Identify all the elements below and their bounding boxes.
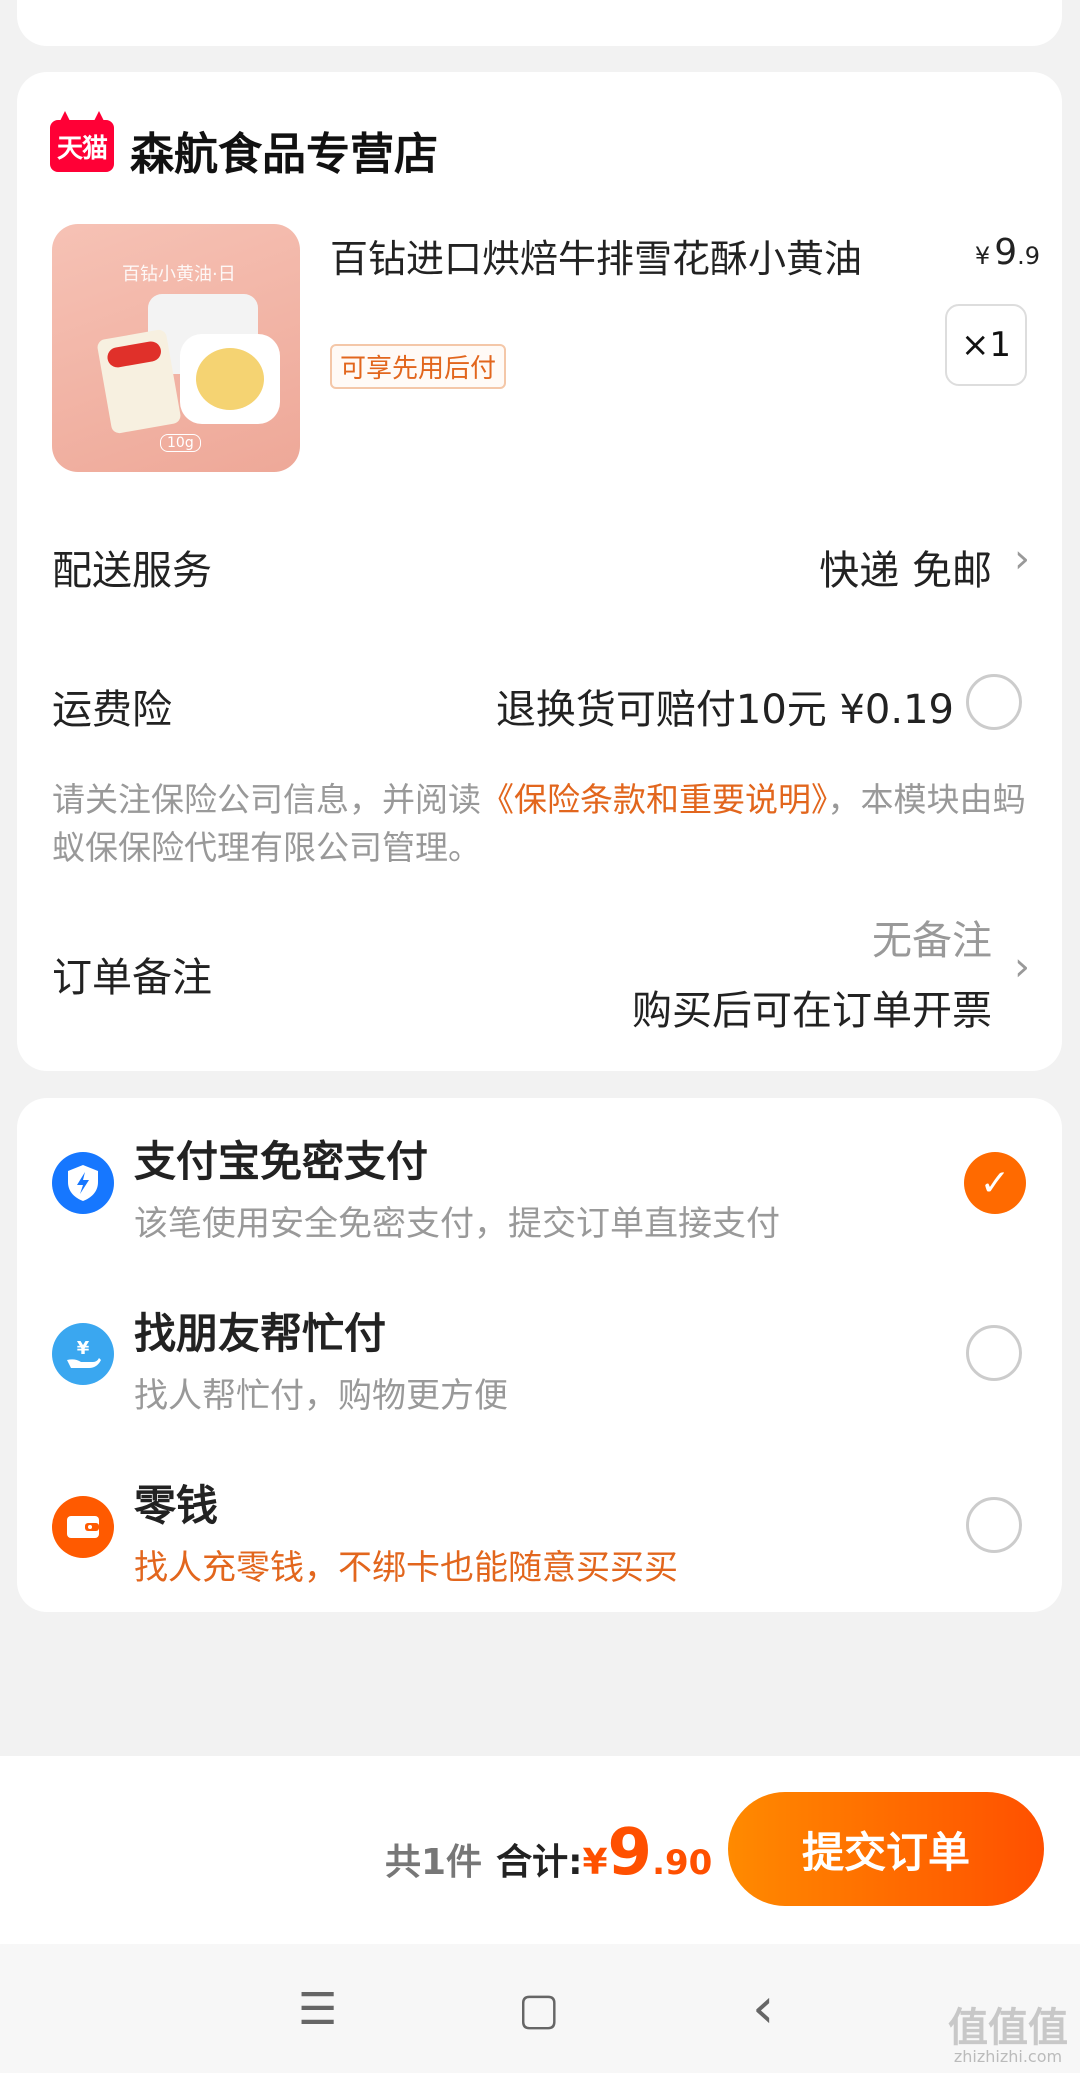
invoice-hint[interactable]: 购买后可在订单开票 — [632, 978, 992, 1036]
order-note-chevron-icon[interactable]: › — [1014, 944, 1030, 990]
alipay-shield-icon — [52, 1152, 114, 1214]
home-icon[interactable]: ▢ — [518, 1984, 560, 2035]
freight-insurance-label: 运费险 — [52, 687, 172, 733]
delivery-value[interactable]: 快递 免邮 — [819, 538, 992, 596]
order-note-value[interactable]: 无备注 — [872, 908, 992, 966]
product-image-weight: 10g — [160, 434, 201, 452]
product-title[interactable]: 百钻进口烘焙牛排雪花酥小黄油 — [330, 228, 862, 283]
product-price: ¥9.9 — [975, 232, 1040, 273]
payment-radio[interactable] — [966, 1497, 1022, 1553]
total-currency: ¥ — [582, 1842, 608, 1883]
back-icon[interactable]: ‹ — [752, 1976, 774, 2041]
payment-method-subtitle: 找人充零钱，不绑卡也能随意买买买 — [134, 1548, 678, 1588]
payment-radio[interactable] — [966, 1325, 1022, 1381]
insurance-notice: 请关注保险公司信息，并阅读《保险条款和重要说明》，本模块由蚂蚁保保险代理有限公司… — [52, 776, 1042, 872]
store-name[interactable]: 森航食品专营店 — [130, 118, 438, 182]
submit-order-button[interactable]: 提交订单 — [728, 1792, 1044, 1906]
menu-icon[interactable]: ☰ — [298, 1984, 337, 2035]
insurance-terms-link[interactable]: 《保险条款和重要说明》 — [481, 780, 828, 819]
total-integer: 9 — [607, 1816, 653, 1890]
watermark: 值值值 zhizhizhi.com — [948, 1995, 1068, 2066]
watermark-url: zhizhizhi.com — [953, 2047, 1063, 2066]
payment-method-subtitle: 找人帮忙付，购物更方便 — [134, 1376, 508, 1416]
delivery-label: 配送服务 — [52, 548, 212, 594]
freight-insurance-radio[interactable] — [966, 674, 1022, 730]
payment-radio-selected[interactable]: ✓ — [964, 1152, 1026, 1214]
payment-method-subtitle: 该笔使用安全免密支付，提交订单直接支付 — [134, 1204, 780, 1244]
delivery-chevron-icon[interactable]: › — [1014, 536, 1030, 582]
product-image-label: 百钻小黄油·日 — [122, 264, 236, 285]
order-summary: 共1件 合计: ¥ 9 .90 — [385, 1816, 712, 1890]
butter-open-cup-shape — [180, 334, 280, 424]
total-label: 合计: — [496, 1842, 583, 1883]
item-count: 共1件 — [385, 1842, 483, 1883]
total-decimal: .90 — [652, 1843, 713, 1883]
wallet-icon — [52, 1496, 114, 1558]
price-decimal: .9 — [1017, 242, 1040, 270]
payment-method-title[interactable]: 零钱 — [134, 1472, 218, 1533]
order-note-label: 订单备注 — [52, 955, 212, 1001]
price-currency: ¥ — [974, 242, 991, 270]
svg-text:¥: ¥ — [77, 1338, 90, 1359]
pay-later-badge: 可享先用后付 — [330, 344, 507, 389]
notice-text-before: 请关注保险公司信息，并阅读 — [52, 780, 481, 819]
watermark-text: 值值值 — [948, 2005, 1068, 2051]
payment-method-title[interactable]: 找朋友帮忙付 — [134, 1300, 386, 1361]
price-integer: 9 — [994, 232, 1018, 273]
tmall-logo-icon: 天猫 — [50, 120, 114, 172]
quantity-stepper[interactable]: ×1 — [945, 304, 1027, 386]
product-image[interactable]: 百钻小黄油·日 10g — [52, 224, 300, 472]
previous-card — [17, 0, 1062, 46]
friend-pay-icon: ¥ — [52, 1323, 114, 1385]
freight-insurance-value: 退换货可赔付10元 ¥0.19 — [495, 687, 954, 733]
payment-method-title[interactable]: 支付宝免密支付 — [134, 1128, 428, 1189]
